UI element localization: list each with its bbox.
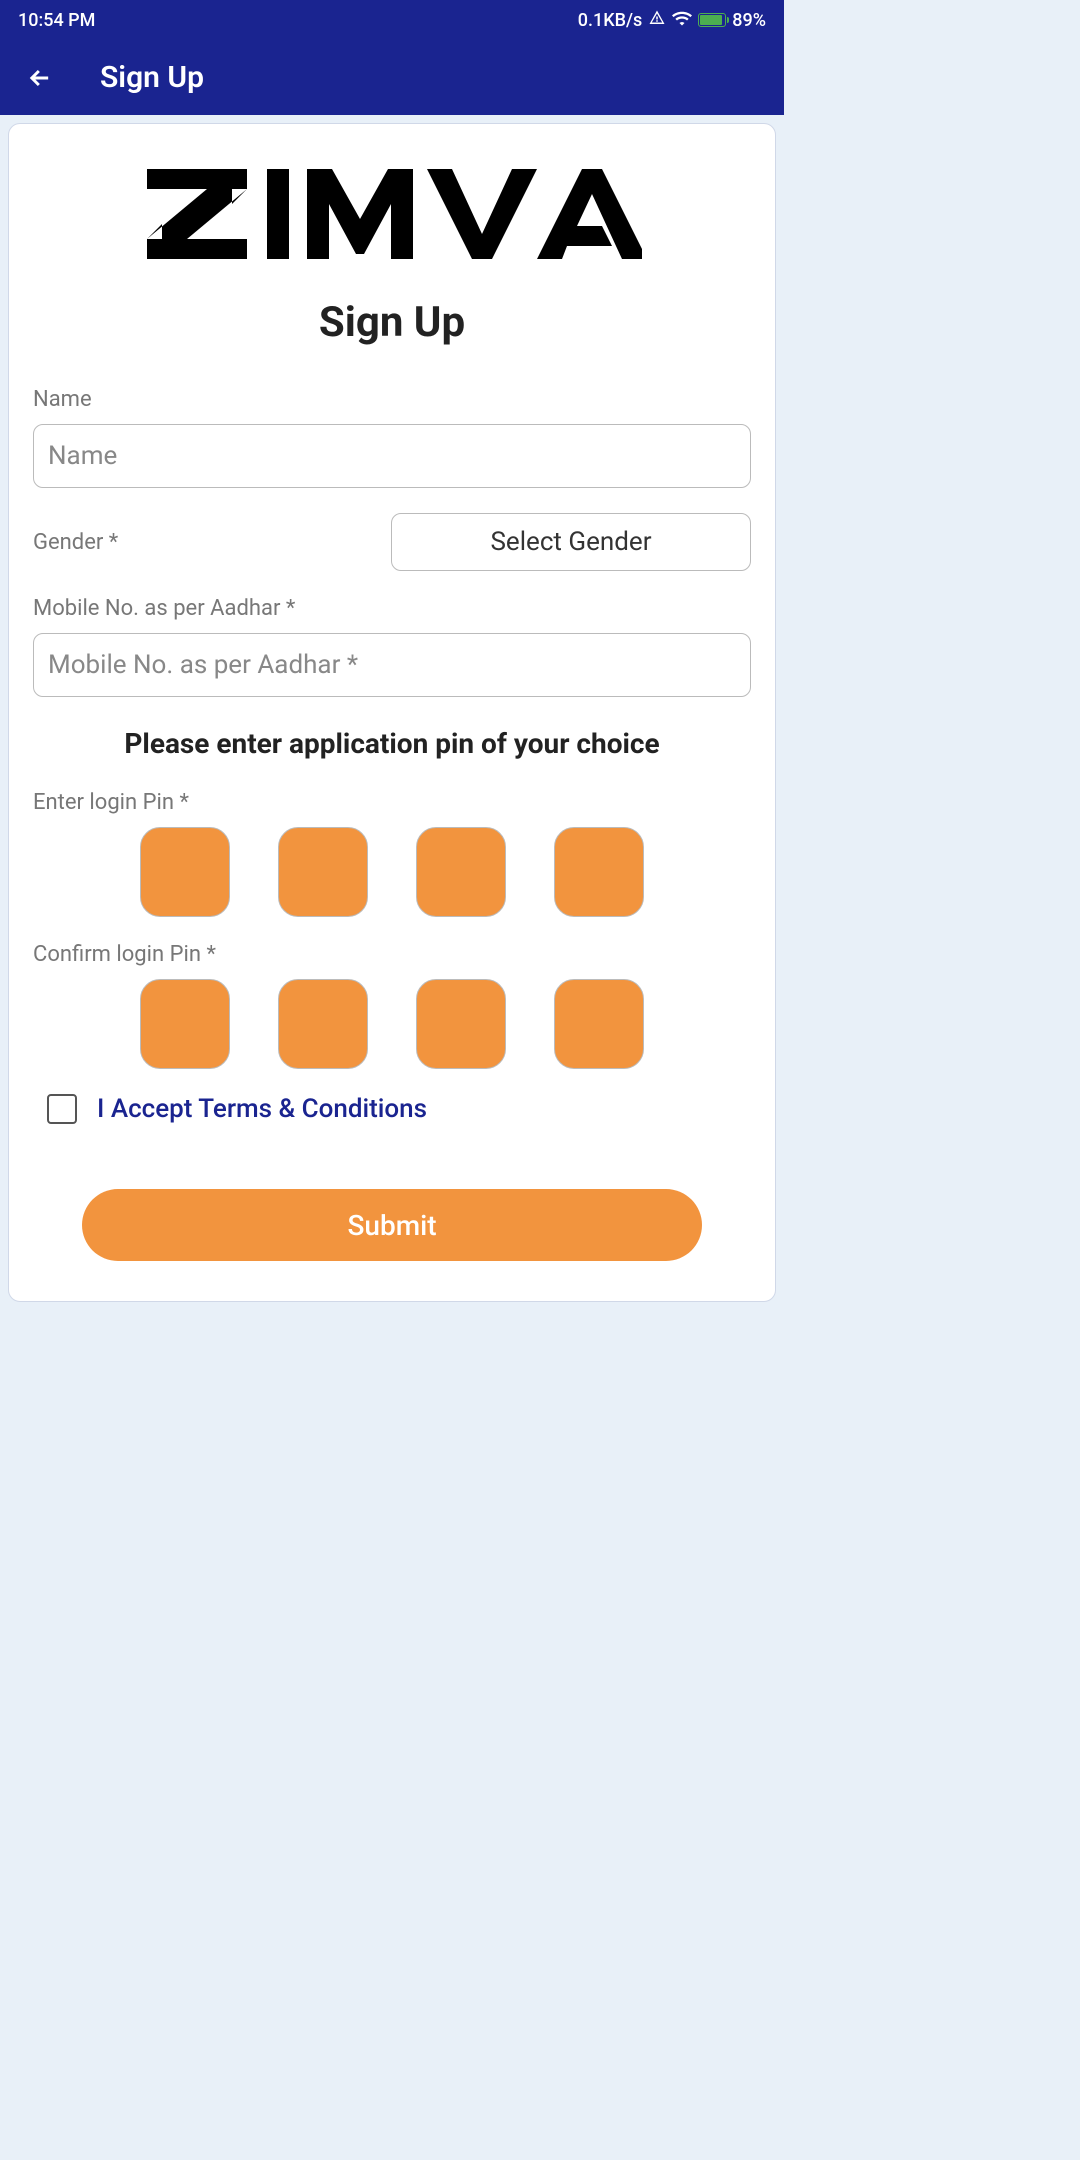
submit-button[interactable]: Submit (82, 1189, 702, 1261)
confirm-pin-row (33, 979, 751, 1069)
back-button[interactable] (25, 63, 55, 93)
confirm-pin-3[interactable] (416, 979, 506, 1069)
app-bar: Sign Up (0, 40, 784, 115)
status-bar: 10:54 PM 0.1KB/s 89% (0, 0, 784, 40)
warning-icon (648, 9, 666, 32)
enter-pin-row (33, 827, 751, 917)
data-rate: 0.1KB/s (578, 10, 643, 31)
enter-pin-2[interactable] (278, 827, 368, 917)
terms-checkbox[interactable] (47, 1094, 77, 1124)
battery-percent: 89% (732, 10, 766, 31)
status-time: 10:54 PM (18, 10, 95, 31)
enter-pin-label: Enter login Pin * (33, 790, 751, 815)
mobile-input[interactable] (33, 633, 751, 697)
gender-label: Gender * (33, 530, 118, 555)
terms-row: I Accept Terms & Conditions (33, 1094, 751, 1124)
signup-card: Sign Up Name Gender * Select Gender Mobi… (8, 123, 776, 1302)
pin-instruction: Please enter application pin of your cho… (33, 727, 751, 760)
confirm-pin-1[interactable] (140, 979, 230, 1069)
name-input[interactable] (33, 424, 751, 488)
confirm-pin-4[interactable] (554, 979, 644, 1069)
enter-pin-3[interactable] (416, 827, 506, 917)
mobile-label: Mobile No. as per Aadhar * (33, 596, 751, 621)
brand-logo (33, 164, 751, 268)
wifi-icon (672, 10, 692, 31)
card-title: Sign Up (33, 298, 751, 347)
gender-select[interactable]: Select Gender (391, 513, 751, 571)
battery-icon (698, 13, 726, 27)
name-label: Name (33, 387, 751, 412)
status-right: 0.1KB/s 89% (578, 9, 766, 32)
app-bar-title: Sign Up (100, 60, 204, 95)
confirm-pin-label: Confirm login Pin * (33, 942, 751, 967)
enter-pin-4[interactable] (554, 827, 644, 917)
confirm-pin-2[interactable] (278, 979, 368, 1069)
enter-pin-1[interactable] (140, 827, 230, 917)
terms-link[interactable]: I Accept Terms & Conditions (97, 1094, 427, 1124)
